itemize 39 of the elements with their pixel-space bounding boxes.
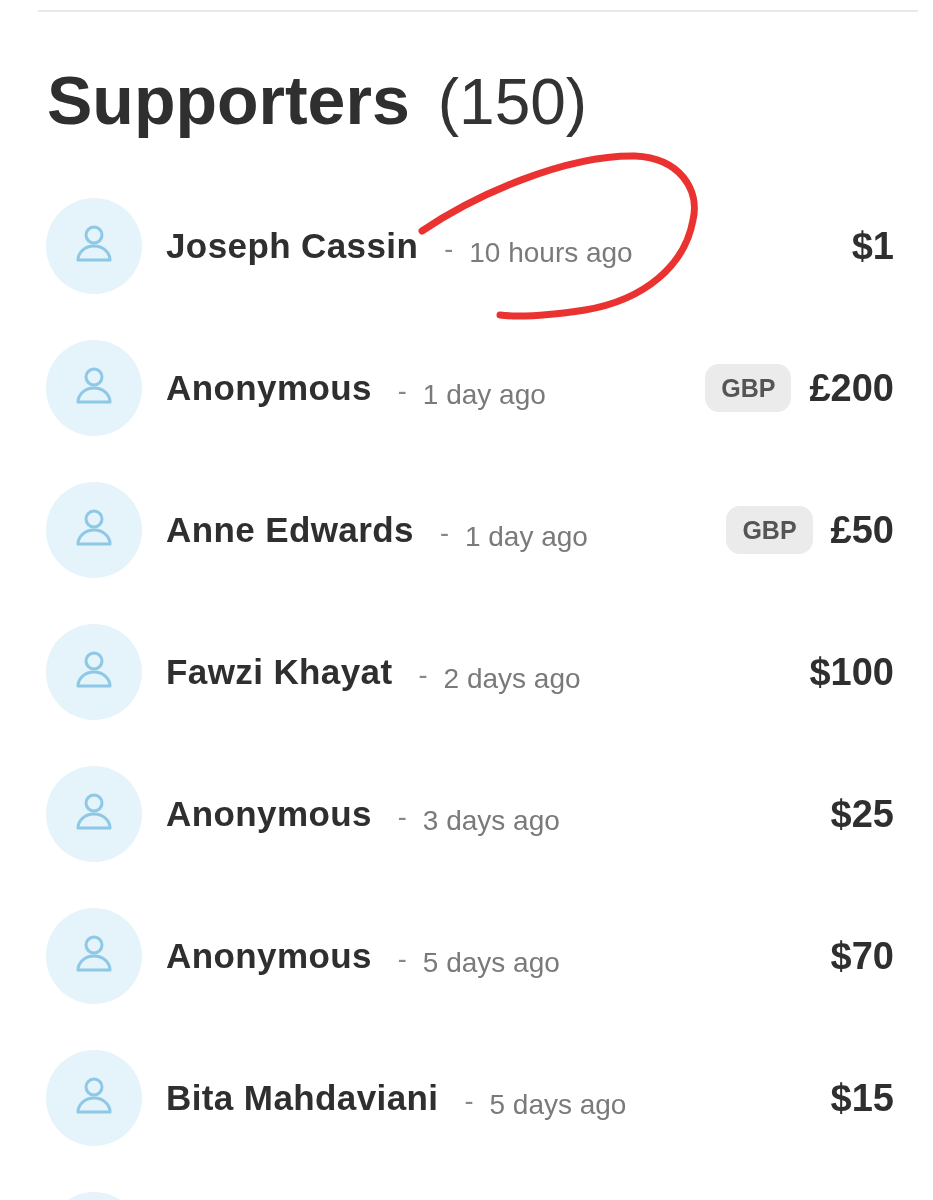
supporter-name: Anne Edwards <box>166 510 414 550</box>
separator-dash: - <box>464 1086 474 1117</box>
donation-amount: $15 <box>830 1076 894 1120</box>
separator-dash: - <box>397 376 407 407</box>
separator-dash: - <box>397 802 407 833</box>
donation-time: 1 day ago <box>422 379 546 411</box>
separator-dash: - <box>397 944 407 975</box>
donation-amount: £50 <box>830 508 894 552</box>
donation-amount: $1 <box>851 224 894 268</box>
supporter-name: Bita Mahdaviani <box>166 1078 439 1118</box>
supporter-name: Joseph Cassin <box>166 226 419 266</box>
user-avatar-icon <box>46 198 142 294</box>
supporter-name: Fawzi Khayat <box>166 652 393 692</box>
currency-badge: GBP <box>726 506 813 554</box>
user-avatar-icon <box>46 908 142 1004</box>
section-title: Supporters <box>47 62 410 138</box>
donation-amount: $25 <box>830 792 894 836</box>
separator-dash: - <box>444 234 454 265</box>
donation-time: 3 days ago <box>422 805 560 837</box>
supporter-name: Anonymous <box>166 368 372 408</box>
user-avatar-icon <box>46 766 142 862</box>
supporter-name: Anonymous <box>166 794 372 834</box>
currency-badge: GBP <box>705 364 792 412</box>
donation-time: 10 hours ago <box>469 237 633 269</box>
separator-dash: - <box>418 660 428 691</box>
donation-amount: $70 <box>830 934 894 978</box>
donation-time: 1 day ago <box>464 521 588 553</box>
separator-dash: - <box>439 518 449 549</box>
user-avatar-icon <box>46 340 142 436</box>
user-avatar-icon <box>46 1050 142 1146</box>
user-avatar-icon <box>46 482 142 578</box>
donation-time: 5 days ago <box>489 1089 627 1121</box>
donation-amount: $100 <box>809 650 894 694</box>
donation-amount: £200 <box>809 366 894 410</box>
donation-time: 5 days ago <box>422 947 560 979</box>
user-avatar-icon <box>46 624 142 720</box>
supporter-name: Anonymous <box>166 936 372 976</box>
donation-time: 2 days ago <box>443 663 581 695</box>
supporter-count: (150) <box>437 65 588 140</box>
